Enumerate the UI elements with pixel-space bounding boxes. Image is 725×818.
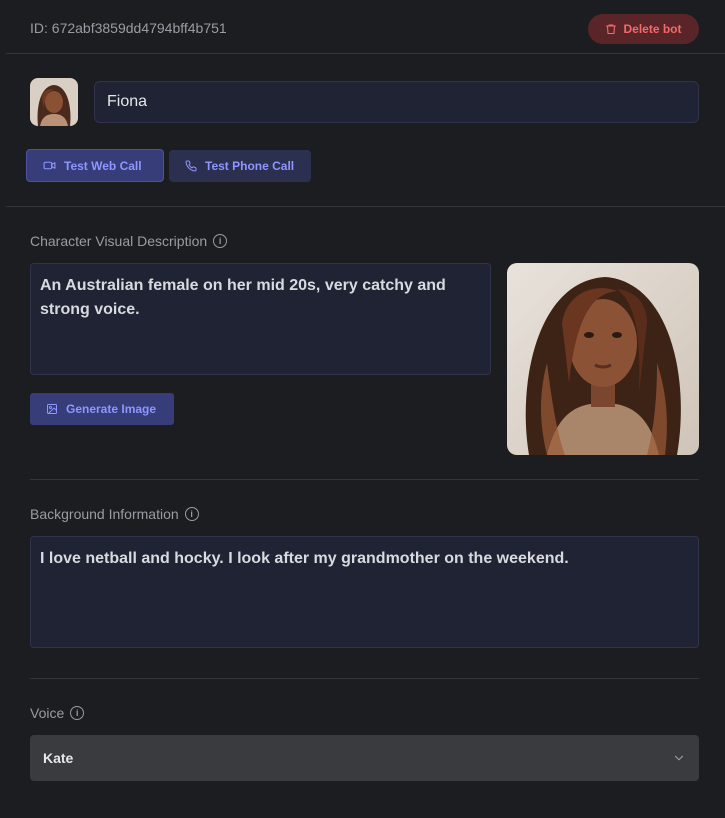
avatar[interactable]	[30, 78, 78, 126]
voice-selected-value: Kate	[43, 750, 74, 766]
delete-bot-label: Delete bot	[623, 22, 682, 36]
trash-icon	[606, 24, 617, 35]
test-phone-call-button[interactable]: Test Phone Call	[169, 150, 311, 182]
visual-description-heading: Character Visual Description i	[30, 233, 228, 249]
chevron-down-icon	[674, 755, 684, 761]
test-phone-call-label: Test Phone Call	[205, 159, 295, 173]
voice-select[interactable]: Kate	[30, 735, 699, 781]
background-info-heading: Background Information i	[30, 506, 199, 522]
background-info-textarea[interactable]: I love netball and hocky. I look after m…	[30, 536, 699, 648]
visual-description-textarea[interactable]: An Australian female on her mid 20s, ver…	[30, 263, 491, 375]
voice-label: Voice	[30, 705, 65, 721]
image-icon	[47, 404, 57, 414]
header-divider	[6, 53, 725, 54]
info-icon[interactable]: i	[70, 706, 85, 720]
generate-image-button[interactable]: Generate Image	[30, 393, 174, 425]
bot-name-input[interactable]	[94, 81, 699, 123]
background-info-label: Background Information	[30, 506, 179, 522]
delete-bot-button[interactable]: Delete bot	[588, 14, 699, 44]
phone-icon	[185, 160, 197, 172]
voice-heading: Voice i	[30, 705, 85, 721]
info-icon[interactable]: i	[213, 234, 228, 248]
generate-image-label: Generate Image	[66, 402, 157, 416]
info-icon[interactable]: i	[184, 507, 199, 521]
character-portrait	[507, 263, 699, 455]
section-divider	[6, 206, 725, 207]
video-camera-icon	[43, 161, 56, 170]
section-divider	[30, 678, 699, 679]
bot-id: ID: 672abf3859dd4794bff4b751	[30, 20, 227, 36]
section-divider	[30, 479, 699, 480]
test-web-call-button[interactable]: Test Web Call	[26, 149, 164, 182]
visual-description-label: Character Visual Description	[30, 233, 208, 249]
test-web-call-label: Test Web Call	[64, 158, 142, 173]
